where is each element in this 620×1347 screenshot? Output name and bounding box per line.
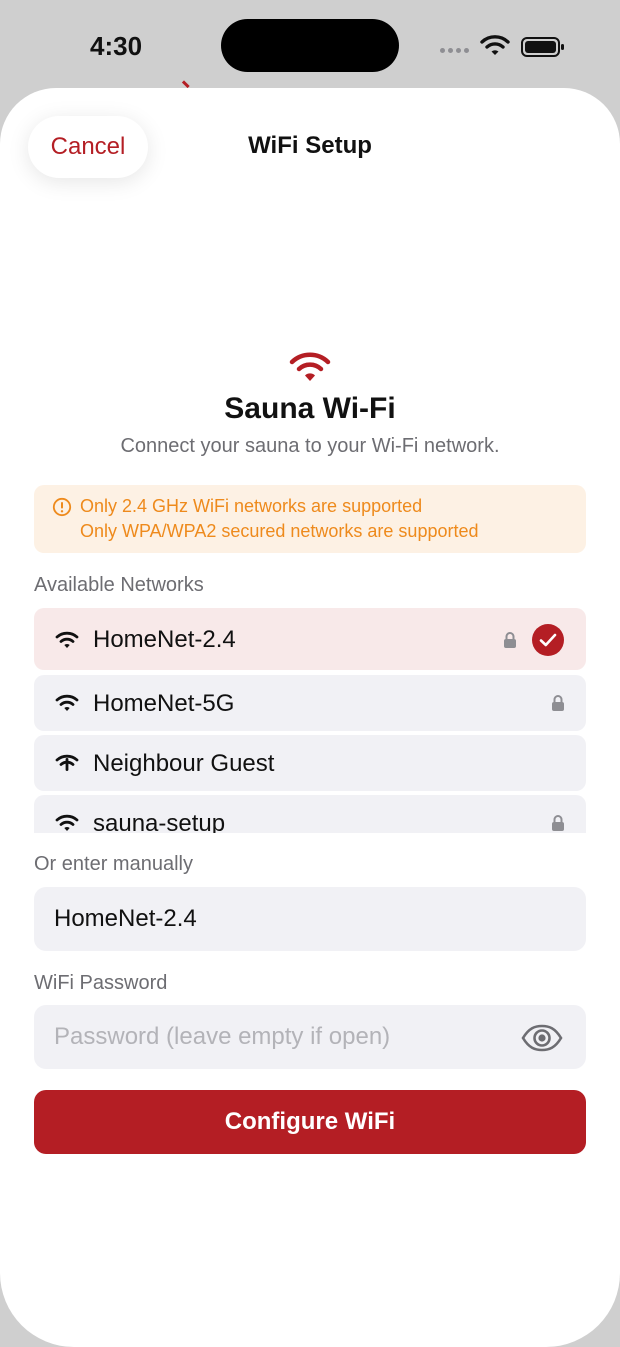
password-label: WiFi Password	[34, 972, 168, 994]
wifi-setup-sheet: Cancel WiFi Setup Sauna Wi-Fi Connect yo…	[0, 88, 620, 1347]
network-name: sauna-setup	[93, 810, 226, 833]
dynamic-island	[221, 19, 399, 72]
compatibility-notice: Only 2.4 GHz WiFi networks are supported…	[34, 485, 586, 553]
eye-icon[interactable]	[521, 1024, 563, 1052]
selected-checkmark-icon	[532, 624, 564, 656]
network-name: Neighbour Guest	[93, 750, 275, 777]
lock-icon	[504, 632, 516, 648]
available-networks-label: Available Networks	[34, 574, 204, 596]
configure-wifi-button[interactable]: Configure WiFi	[34, 1090, 586, 1154]
ssid-input[interactable]: HomeNet-2.4	[34, 887, 586, 951]
network-row-sauna-setup[interactable]: sauna-setup	[34, 795, 586, 833]
cellular-signal-icon	[440, 48, 469, 53]
hero-subtitle: Connect your sauna to your Wi-Fi network…	[120, 435, 500, 457]
wifi-icon	[289, 352, 331, 381]
notice-line: Only 2.4 GHz WiFi networks are supported	[80, 496, 423, 516]
status-time: 4:30	[90, 31, 143, 61]
ssid-input-value: HomeNet-2.4	[54, 905, 197, 932]
hero-title: Sauna Wi-Fi	[224, 392, 396, 425]
wifi-signal-icon	[55, 631, 79, 648]
network-row-homenet-2-4[interactable]: HomeNet-2.4	[34, 608, 586, 670]
wifi-signal-icon	[55, 694, 79, 711]
password-placeholder: Password (leave empty if open)	[54, 1023, 391, 1050]
network-name: HomeNet-5G	[93, 690, 235, 717]
info-circle-icon	[52, 497, 72, 517]
network-row-homenet-5g[interactable]: HomeNet-5G	[34, 675, 586, 731]
password-input[interactable]: Password (leave empty if open)	[34, 1005, 586, 1069]
wifi-signal-icon	[55, 814, 79, 831]
lock-icon	[552, 695, 564, 711]
notice-line: Only WPA/WPA2 secured networks are suppo…	[80, 521, 479, 541]
status-bar: 4:30	[0, 0, 620, 88]
status-wifi-icon	[480, 35, 510, 55]
network-list: HomeNet-2.4 HomeNet-5G Neighbour Guest s…	[34, 608, 586, 833]
sheet-title: WiFi Setup	[248, 132, 372, 159]
wifi-signal-icon	[55, 754, 79, 771]
battery-icon	[521, 37, 564, 57]
network-row-neighbour-guest[interactable]: Neighbour Guest	[34, 735, 586, 791]
network-name: HomeNet-2.4	[93, 626, 236, 653]
manual-entry-label: Or enter manually	[34, 853, 193, 875]
lock-icon	[552, 815, 564, 831]
